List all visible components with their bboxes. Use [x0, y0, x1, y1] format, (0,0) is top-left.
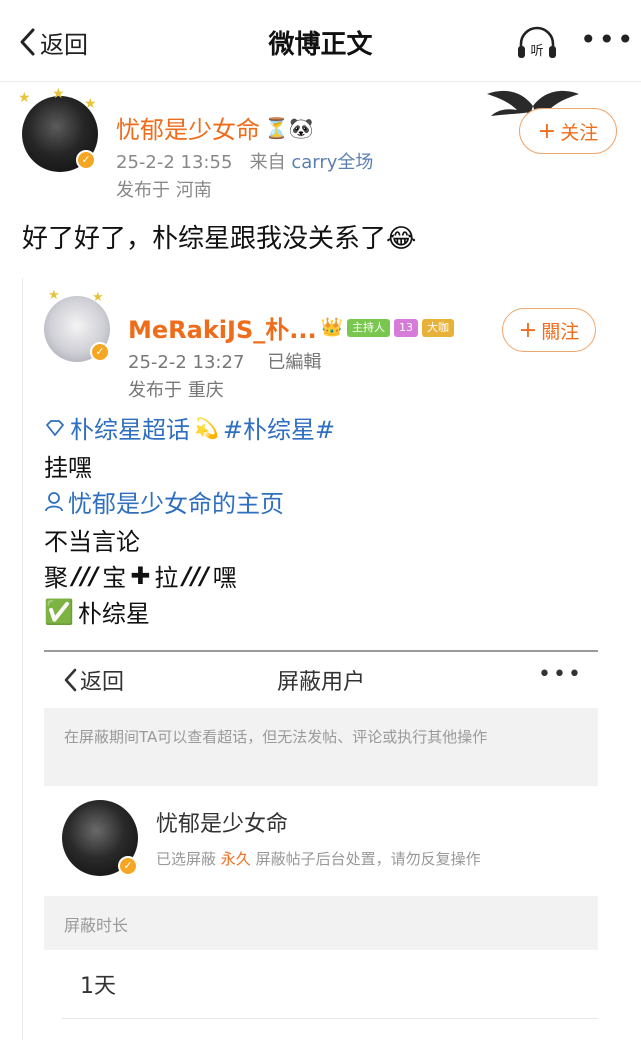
block-notice: 在屏蔽期间TA可以查看超话，但无法发帖、评论或执行其他操作	[44, 708, 598, 786]
line5-a: 聚	[44, 564, 68, 592]
post-source[interactable]: carry全场	[291, 152, 373, 173]
post-date: 25-2-2 13:55	[116, 152, 233, 173]
embedded-line-profile: 忧郁是少女命的主页	[44, 484, 284, 519]
duration-header: 屏蔽时长	[44, 896, 598, 950]
host-badge: 主持人	[347, 318, 391, 337]
embedded-line-topic: 朴综星超话 💫 #朴综星#	[44, 410, 335, 445]
check-mark-icon: ✅	[44, 597, 74, 626]
embedded-line-4: 不当言论	[44, 528, 140, 556]
embedded-follow-label: 關注	[541, 320, 580, 343]
follow-button[interactable]: + 关注	[519, 108, 617, 154]
embedded-post-location: 发布于 重庆	[128, 380, 224, 401]
line5-c: 宝	[102, 564, 127, 592]
post-source-prefix: 来自	[249, 152, 286, 173]
big-shot-badge: 大咖	[422, 318, 455, 337]
embedded-author-avatar: ★ ★ ✓	[44, 288, 110, 362]
more-options-button[interactable]: •••	[580, 26, 636, 54]
avatar-frame-star-icon: ★	[18, 90, 31, 106]
post-text: 好了好了，朴综星跟我没关系了😂	[22, 224, 417, 254]
listen-button[interactable]: 听	[515, 26, 559, 60]
line5-b: ///	[72, 561, 99, 590]
blocked-user-name: 忧郁是少女命	[156, 812, 289, 837]
avatar-frame-star-icon: ★	[48, 288, 60, 303]
profile-link: 忧郁是少女命的主页	[68, 490, 284, 518]
block-more-button: •••	[538, 662, 583, 687]
embedded-line-2: 挂嘿	[44, 454, 92, 482]
level-badge: 13	[394, 318, 419, 337]
embedded-post-meta: 25-2-2 13:27 已編輯	[128, 348, 321, 374]
hashtag-link: #朴综星#	[222, 416, 336, 444]
embedded-line-6: ✅ 朴综星	[44, 594, 150, 629]
author-name-emoji: ⏳🐼	[264, 115, 314, 140]
avatar-frame-star-icon: ★	[92, 290, 104, 305]
block-status-duration: 永久	[220, 850, 251, 868]
plus-icon: +	[518, 317, 538, 343]
crown-icon: 👑	[320, 317, 344, 338]
plus-cross-icon: ✚	[130, 561, 151, 590]
avatar-frame-star-icon: ★	[84, 96, 97, 112]
follow-label: 关注	[560, 121, 599, 144]
line6-text: 朴综星	[77, 600, 150, 628]
author-name-text: 忧郁是少女命	[116, 116, 260, 144]
plus-icon: +	[537, 118, 557, 144]
diamond-icon	[46, 419, 64, 436]
divider	[62, 1018, 598, 1019]
embedded-follow-button: + 關注	[502, 308, 596, 352]
verified-badge-icon: ✓	[90, 342, 110, 362]
block-status-suffix: 屏蔽帖子后台处置，请勿反复操作	[255, 850, 481, 868]
supertopic-link: 朴综星超话	[70, 416, 190, 444]
verified-badge-icon: ✓	[76, 150, 96, 170]
top-nav-bar: 返回 微博正文 听 •••	[0, 0, 641, 82]
embedded-post-date: 25-2-2 13:27	[128, 352, 245, 373]
verified-badge-icon: ✓	[118, 856, 138, 876]
post-meta: 25-2-2 13:55 来自 carry全场	[116, 148, 373, 174]
post-location: 发布于 河南	[116, 180, 212, 201]
headphones-icon: 听	[518, 26, 556, 59]
line5-e: 拉	[154, 564, 179, 592]
embedded-author-name: MeRakiJS_朴... 👑 主持人 13 大咖	[128, 310, 455, 345]
blocked-user-avatar: ✓	[62, 800, 138, 876]
person-icon	[45, 491, 63, 511]
block-title: 屏蔽用户	[276, 670, 365, 695]
sparkle-icon: 💫	[194, 415, 219, 440]
duration-option: 1天	[80, 974, 116, 999]
line5-g: 嘿	[212, 564, 237, 592]
embedded-author-name-text: MeRakiJS_朴...	[128, 316, 317, 344]
author-name[interactable]: 忧郁是少女命 ⏳🐼	[116, 110, 314, 145]
block-user-nav: 返回 屏蔽用户 •••	[44, 652, 598, 704]
author-avatar[interactable]: ★ ★ ★ ✓	[18, 86, 98, 172]
block-status: 已选屏蔽 永久 屏蔽帖子后台处置，请勿反复操作	[156, 848, 481, 869]
embedded-edited-label: 已編輯	[267, 352, 322, 373]
line5-f: ///	[182, 561, 209, 590]
listen-label: 听	[530, 44, 543, 59]
avatar-frame-star-icon: ★	[52, 86, 65, 102]
embedded-line-5: 聚 /// 宝 ✚ 拉 /// 嘿	[44, 558, 237, 593]
block-status-prefix: 已选屏蔽	[156, 850, 217, 868]
